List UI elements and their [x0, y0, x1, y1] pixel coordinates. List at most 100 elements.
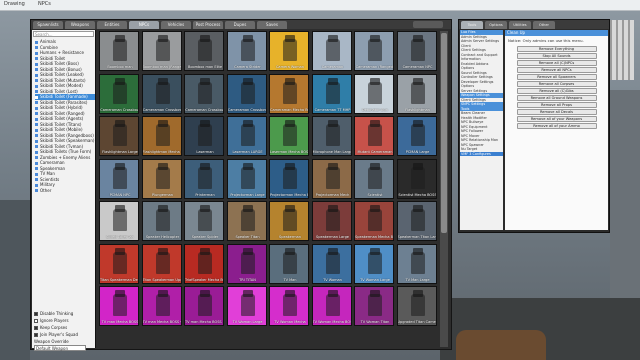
spawn-tab-entities[interactable]: Entities: [97, 21, 127, 29]
spawn-menu-search-bar[interactable]: [413, 21, 443, 28]
npc-spawn-icon[interactable]: Scientist Mecha BOSS: [396, 158, 437, 199]
cleanup-button-remove-all-spawners[interactable]: Remove all Spawners: [516, 74, 597, 80]
cleanup-button-remove-everything[interactable]: Remove Everything: [516, 46, 597, 52]
npc-spawn-icon[interactable]: Speakerman Mecha BOSS: [354, 201, 394, 241]
context-tab-tools[interactable]: Tools: [461, 21, 483, 29]
npc-spawn-icon[interactable]: Speakerman Titan Large: [396, 201, 437, 241]
npc-spawn-icon[interactable]: Laserman LARGE: [226, 116, 267, 156]
npc-spawn-icon[interactable]: Speaker Titan: [226, 201, 267, 241]
npc-spawn-icon[interactable]: Laserman Mecha BOSS: [269, 116, 309, 156]
npc-spawn-icon[interactable]: Speakerman Large: [311, 201, 352, 241]
npc-spawn-icon[interactable]: Projectorman Mech: [311, 158, 352, 199]
context-tab-options[interactable]: Options: [485, 21, 507, 29]
context-tab-utilities[interactable]: Utilities: [509, 21, 531, 29]
cleanup-button-remove-all-c-npcs[interactable]: Remove all (C)NPCs: [516, 60, 597, 66]
npc-spawn-icon[interactable]: TV Woman Titan: [354, 286, 394, 326]
spawn-tab-post-process[interactable]: Post Process: [193, 21, 223, 29]
npc-spawn-icon[interactable]: Speaker Helicopter: [141, 201, 182, 241]
npc-spawn-icon[interactable]: Sliced Toilet Tan: [99, 201, 139, 241]
npc-spawn-icon[interactable]: Cameraman Mecha BOSS: [269, 73, 309, 114]
npc-spawn-icon[interactable]: TV man Mecha BOSS v3: [184, 286, 224, 326]
keep-corpses-checkbox[interactable]: [34, 326, 38, 330]
npc-spawn-icon[interactable]: TV man Mecha BOSS: [99, 286, 139, 326]
npc-spawn-icon[interactable]: Cameraman: [311, 31, 352, 71]
cleanup-button-stop-all-sounds[interactable]: Stop All Sounds: [516, 53, 597, 59]
spawn-tab-vehicles[interactable]: Vehicles: [161, 21, 191, 29]
npc-spawn-icon[interactable]: TV Woman Large: [226, 286, 267, 326]
npc-spawn-icon[interactable]: Plungerman: [141, 158, 182, 199]
npc-spawn-icon[interactable]: Boombox man (Ranged): [141, 31, 182, 71]
npc-spawn-icon[interactable]: Boombox man Elite: [184, 31, 224, 71]
npc-spawn-icon[interactable]: Speaker Spider: [184, 201, 224, 241]
cleanup-button-remove-all-props[interactable]: Remove all Props: [516, 102, 597, 108]
cleanup-button-remove-all-of-your-ammo[interactable]: Remove all of your Ammo: [516, 123, 597, 129]
npc-spawn-icon[interactable]: Laserman: [184, 116, 224, 156]
npc-category-item[interactable]: Other: [35, 188, 95, 194]
npc-spawn-icon[interactable]: Cameraman Crossbow: [141, 73, 182, 114]
npc-spawn-icon[interactable]: TV Woman Mecha: [269, 286, 309, 326]
keep-corpses-option[interactable]: Keep Corpses: [34, 324, 94, 331]
npc-spawn-icon[interactable]: Mutant Cameraman: [354, 116, 394, 156]
menu-npcs[interactable]: NPCs: [38, 1, 51, 7]
disable-thinking-option[interactable]: Disable Thinking: [34, 310, 94, 317]
npc-spawn-icon[interactable]: Titan Speakerman Upgraded: [141, 243, 182, 284]
npc-spawn-icon[interactable]: Cameraman Crossbow: [99, 73, 139, 114]
npc-spawn-icon[interactable]: Speakerman: [269, 201, 309, 241]
spawn-tab-dupes[interactable]: Dupes: [225, 21, 255, 29]
ignore-players-option[interactable]: Ignore Players: [34, 317, 94, 324]
npc-spawn-icon[interactable]: Titan Speakerman Dead: [99, 243, 139, 284]
npc-spawn-icon[interactable]: Flashlightman Mecha BOSS: [141, 116, 182, 156]
npc-spawn-icon[interactable]: Cameraman Crossbow: [226, 73, 267, 114]
npc-spawn-icon[interactable]: PCMAN NPC: [99, 158, 139, 199]
join-squad-option[interactable]: Join Player's Squad: [34, 331, 94, 338]
npc-spawn-icon[interactable]: Cameraman TT MHP: [311, 73, 352, 114]
cleanup-button-remove-all-of-your-weapons[interactable]: Remove all of your Weapons: [516, 116, 597, 122]
weapon-override-select[interactable]: Default Weapon: [34, 345, 86, 351]
npc-spawn-icon[interactable]: Camera Strider: [226, 31, 267, 71]
npc-spawn-icon[interactable]: Flashlightman: [396, 73, 437, 114]
npc-spawn-icon[interactable]: TV Man Large: [396, 243, 437, 284]
npc-spawn-icon[interactable]: TriafSpeaker Mecha BOSS: [184, 243, 224, 284]
spawn-tab-spawnlists[interactable]: Spawnlists: [33, 21, 63, 29]
npc-spawn-icon[interactable]: Flashlightman Large: [99, 116, 139, 156]
npc-spawn-icon[interactable]: PCMAN Large: [396, 116, 437, 156]
npc-spawn-icon[interactable]: Cameraman NPC: [396, 31, 437, 71]
cleanup-button-remove-all-c-gibs[interactable]: Remove all (C)Gibs: [516, 88, 597, 94]
npc-figure-image: [240, 120, 255, 146]
disable-thinking-checkbox[interactable]: [34, 312, 38, 316]
npc-search-input[interactable]: Search...: [33, 31, 94, 37]
npc-spawn-icon[interactable]: Camera Woman: [269, 31, 309, 71]
npc-spawn-icon[interactable]: TV Woman Mecha BOSS: [311, 286, 352, 326]
npc-spawn-icon[interactable]: TV Woman: [311, 243, 352, 284]
npc-spawn-icon[interactable]: Detonator Gun: [354, 73, 394, 114]
npc-spawn-icon[interactable]: TV Woman Large: [354, 243, 394, 284]
npc-spawn-icon[interactable]: Boombox man: [99, 31, 139, 71]
npc-spawn-icon[interactable]: Cameraman Crossbow: [184, 73, 224, 114]
spawn-tab-saves[interactable]: Saves: [257, 21, 287, 29]
cleanup-button-remove-all-decals[interactable]: Remove all Decals: [516, 109, 597, 115]
spawn-tab-npcs[interactable]: NPCs: [129, 21, 159, 29]
npc-spawn-icon[interactable]: TRI TITAN: [226, 243, 267, 284]
context-list-item[interactable]: VMF 3 Configures: [460, 151, 503, 156]
npc-spawn-icon[interactable]: Projectorman Large: [226, 158, 267, 199]
context-list-item[interactable]: NPC Relationship Man: [460, 138, 503, 143]
npc-spawn-icon[interactable]: Cameraman (Ranged): [354, 31, 394, 71]
context-tab-other[interactable]: Other: [533, 21, 555, 29]
cleanup-button-remove-all-ground-weapons[interactable]: Remove all Ground Weapons: [516, 95, 597, 101]
npc-spawn-icon[interactable]: Upgraded Titan Cameraman: [396, 286, 437, 326]
cleanup-button-remove-all-npcs[interactable]: Remove all NPCs: [516, 67, 597, 73]
npc-spawn-icon[interactable]: Scientist: [354, 158, 394, 199]
npc-grid-scrollbar[interactable]: [440, 31, 448, 347]
cleanup-button-remove-all-corpses[interactable]: Remove all Corpses: [516, 81, 597, 87]
npc-spawn-icon[interactable]: Printerman: [184, 158, 224, 199]
npc-spawn-icon[interactable]: Microphone Man Large: [311, 116, 352, 156]
spawn-tab-weapons[interactable]: Weapons: [65, 21, 95, 29]
menu-drawing[interactable]: Drawing: [4, 1, 25, 7]
npc-spawn-icon[interactable]: TV man Mecha BOSS v2: [141, 286, 182, 326]
context-list-item[interactable]: Admin Server Settings: [460, 39, 503, 44]
ignore-players-checkbox[interactable]: [34, 319, 38, 323]
npc-grid-scroll-thumb[interactable]: [441, 33, 447, 233]
npc-spawn-icon[interactable]: TV Man: [269, 243, 309, 284]
join-squad-checkbox[interactable]: [34, 333, 38, 337]
npc-spawn-icon[interactable]: Projectorman Mecha BOSS: [269, 158, 309, 199]
